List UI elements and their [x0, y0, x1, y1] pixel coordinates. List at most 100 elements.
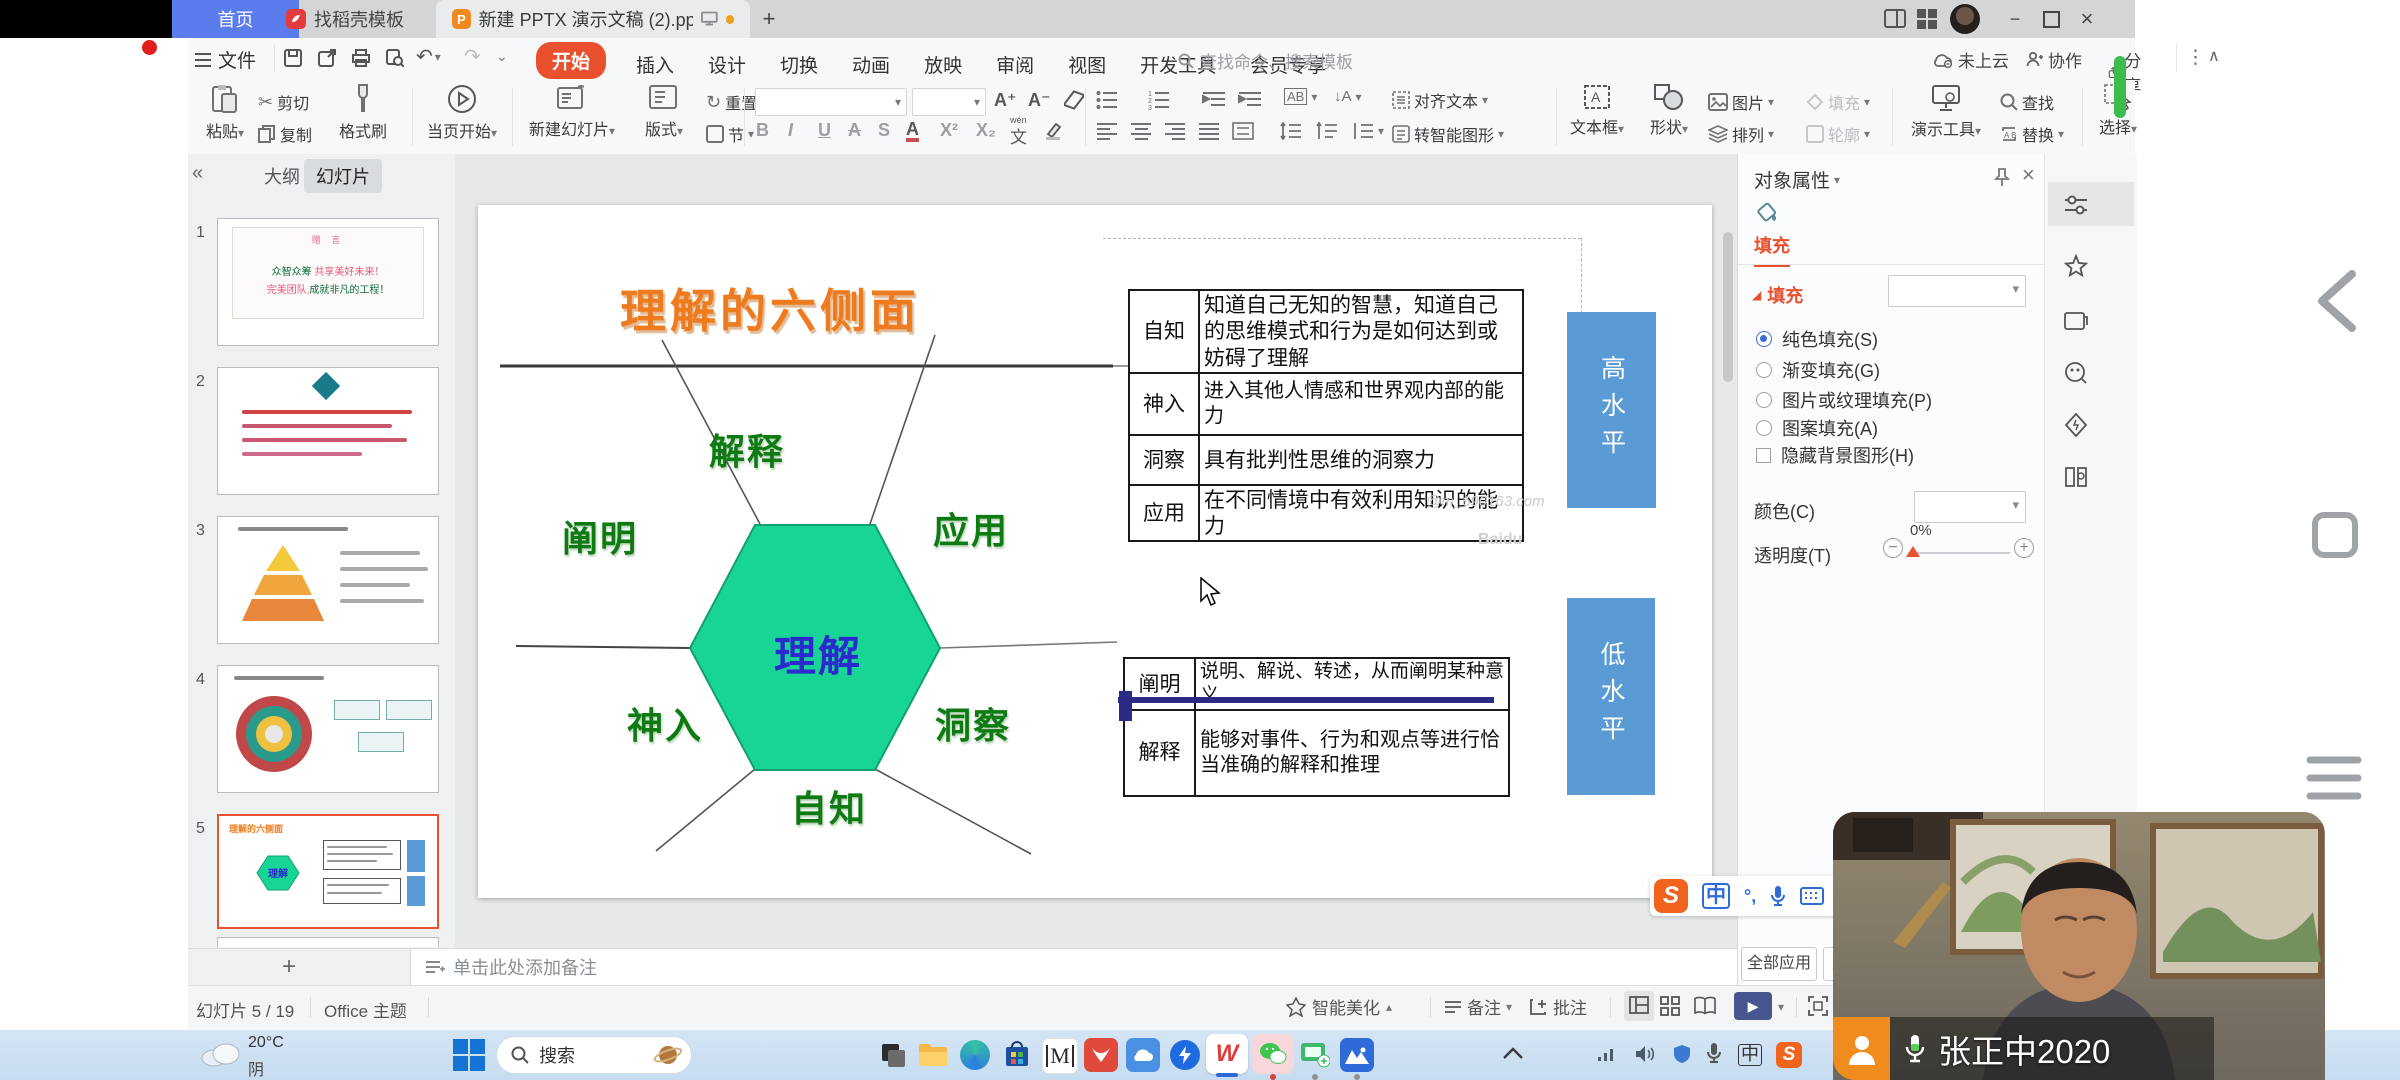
cut-button[interactable]: ✂剪切 — [258, 90, 309, 114]
restore-button[interactable] — [2038, 6, 2064, 32]
new-tab-button[interactable]: + — [756, 6, 782, 32]
layout-button[interactable]: 版式▾ — [628, 84, 700, 140]
tray-volume-icon[interactable] — [1634, 1044, 1656, 1064]
weather-temp[interactable]: 20°C — [248, 1034, 284, 1052]
fit-slide-button[interactable] — [1808, 996, 1828, 1016]
collaborate-button[interactable]: 协作 — [2026, 47, 2082, 72]
textbox-button[interactable]: A 文本框▾ — [1562, 84, 1632, 138]
play-options-caret[interactable]: ▾ — [1778, 1000, 1784, 1014]
decrease-font-button[interactable]: A⁻ — [1028, 90, 1051, 111]
copy-button[interactable]: 复制 — [258, 122, 312, 146]
facet-explain[interactable]: 解释 — [709, 423, 785, 475]
file-menu[interactable]: 文件 — [194, 46, 256, 73]
facet-selfknow[interactable]: 自知 — [791, 780, 867, 832]
overlay-stop-button[interactable] — [2312, 512, 2358, 558]
fill-section-header[interactable]: ◢ 填充 — [1752, 282, 1803, 308]
spacing-options-button[interactable]: ▾ — [1352, 122, 1384, 140]
tab-fill[interactable]: 填充 — [1754, 232, 1790, 267]
file-explorer-button[interactable] — [916, 1038, 950, 1072]
webcam-overlay[interactable]: 张正中2020 — [1833, 812, 2325, 1080]
bold-button[interactable]: B — [756, 120, 769, 141]
slide-thumbnail-3[interactable] — [217, 516, 439, 644]
wechat-app-button[interactable] — [1252, 1034, 1294, 1074]
cloud-status[interactable]: 未上云 — [1933, 47, 2009, 72]
alpha-plus-button[interactable]: + — [2014, 538, 2034, 558]
ms-store-button[interactable] — [1000, 1038, 1034, 1072]
comment-button[interactable]: 批注 — [1530, 994, 1587, 1019]
overlay-menu-button[interactable] — [2306, 752, 2362, 804]
increase-indent-icon[interactable] — [1238, 90, 1262, 110]
tray-network-icon[interactable] — [1596, 1044, 1618, 1064]
alpha-slider-track[interactable] — [1908, 552, 2010, 554]
pinyin-button[interactable]: wén文 — [1010, 118, 1027, 148]
tray-chevron-icon[interactable] — [1502, 1046, 1524, 1060]
checkbox-hide-background[interactable]: 隐藏背景图形(H) — [1756, 442, 1914, 468]
weather-icon[interactable] — [198, 1038, 242, 1068]
radio-picture-fill[interactable]: 图片或纹理填充(P) — [1756, 387, 1932, 413]
sorter-view-button[interactable] — [1660, 996, 1680, 1016]
ime-mic-icon[interactable] — [1770, 885, 1786, 907]
properties-icon[interactable] — [2063, 192, 2089, 218]
para-spacing-icon[interactable] — [1316, 122, 1338, 140]
format-painter-button[interactable]: 格式刷 — [330, 84, 396, 142]
menu-insert[interactable]: 插入 — [626, 46, 684, 83]
mooc-app-button[interactable] — [1340, 1038, 1374, 1072]
avatar[interactable] — [1950, 4, 1980, 34]
print-icon[interactable] — [348, 46, 374, 70]
line-spacing-icon[interactable] — [1280, 122, 1302, 140]
shapes-button[interactable]: 形状▾ — [1636, 84, 1702, 138]
panel-title[interactable]: 对象属性▾ — [1754, 166, 1840, 193]
low-level-box[interactable]: 低水平 — [1567, 598, 1655, 795]
italic-button[interactable]: I — [788, 120, 793, 141]
decrease-indent-icon[interactable] — [1202, 90, 1226, 110]
huawei-app-button[interactable] — [1084, 1038, 1118, 1072]
slide-thumbnail-6-partial[interactable] — [217, 937, 439, 947]
font-size-select[interactable]: ▾ — [912, 88, 986, 116]
align-center-icon[interactable] — [1130, 122, 1152, 140]
menu-view[interactable]: 视图 — [1058, 46, 1116, 83]
outline-button[interactable]: 轮廓▾ — [1806, 122, 1870, 146]
tray-shield-icon[interactable] — [1672, 1044, 1692, 1064]
new-slide-button[interactable]: 新建幻灯片▾ — [522, 84, 622, 140]
normal-view-button[interactable] — [1624, 991, 1654, 1021]
taskbar-search[interactable]: 搜索 — [496, 1036, 692, 1074]
smart-features-icon[interactable] — [2063, 412, 2089, 438]
menu-start[interactable]: 开始 — [536, 42, 606, 79]
superscript-button[interactable]: X² — [940, 120, 958, 141]
screenshare-app-button[interactable] — [1298, 1038, 1332, 1072]
animation-icon[interactable] — [2063, 308, 2089, 334]
slide-thumbnail-5-selected[interactable]: 理解的六侧面 理解 — [217, 814, 439, 929]
radio-pattern-fill[interactable]: 图案填充(A) — [1756, 415, 1878, 441]
subscript-button[interactable]: X₂ — [976, 120, 996, 141]
slide-canvas[interactable]: 理解的六侧面 理解 解释 阐明 应用 神入 洞察 自知 自知 知道自己无知的智慧… — [478, 205, 1712, 898]
collapse-panel-button[interactable]: « — [192, 162, 203, 185]
tab-document[interactable]: P 新建 PPTX 演示文稿 (2).pptx — [436, 0, 750, 38]
presentation-tools-button[interactable]: 演示工具▾ — [1900, 84, 1992, 140]
find-button[interactable]: 查找 — [2000, 90, 2054, 114]
picture-button[interactable]: 图片▾ — [1708, 90, 1774, 114]
radio-gradient-fill[interactable]: 渐变填充(G) — [1756, 357, 1880, 383]
slide-thumbnail-2[interactable] — [217, 367, 439, 495]
save-icon[interactable] — [280, 46, 306, 70]
toolbar-collapse-icon[interactable]: ⌄ — [496, 48, 508, 65]
sogou-logo-icon[interactable]: S — [1654, 879, 1688, 913]
edge-button[interactable] — [958, 1038, 992, 1072]
wps-app-button[interactable]: W — [1206, 1034, 1248, 1074]
close-button[interactable]: × — [2074, 6, 2100, 32]
start-button[interactable] — [452, 1038, 486, 1072]
facet-clarify[interactable]: 阐明 — [562, 510, 638, 562]
color-select[interactable] — [1914, 491, 2026, 523]
notes-toggle-button[interactable]: 备注▾ — [1444, 994, 1512, 1019]
ime-punct-icon[interactable]: °, — [1744, 886, 1756, 907]
ime-mode-icon[interactable]: 中 — [1702, 883, 1730, 909]
command-search[interactable]: 查找命令、搜索模板 — [1178, 48, 1353, 73]
close-panel-button[interactable]: × — [2022, 162, 2035, 188]
menu-transition[interactable]: 切换 — [770, 46, 828, 83]
undo-button[interactable]: ↶▾ — [416, 44, 441, 69]
export-icon[interactable] — [314, 46, 340, 70]
facet-insight[interactable]: 洞察 — [935, 697, 1011, 749]
reference-icon[interactable] — [2063, 464, 2089, 490]
align-left-icon[interactable] — [1096, 122, 1118, 140]
theme-name[interactable]: Office 主题 — [324, 997, 407, 1022]
replace-button[interactable]: A B 替换▾ — [2000, 122, 2064, 146]
